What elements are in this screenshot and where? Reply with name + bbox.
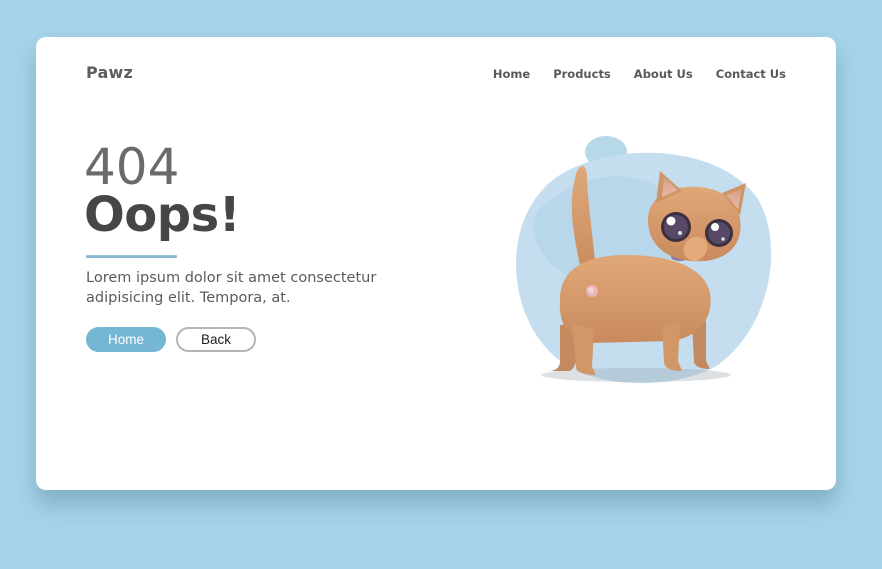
kitten-illustration bbox=[516, 136, 772, 384]
brand-logo[interactable]: Pawz bbox=[86, 63, 133, 82]
headline-divider bbox=[86, 255, 177, 258]
nav-link-home[interactable]: Home bbox=[493, 67, 530, 81]
nav-link-about-us[interactable]: About Us bbox=[634, 67, 693, 81]
error-description: Lorem ipsum dolor sit amet consectetur a… bbox=[86, 270, 377, 306]
home-button[interactable]: Home bbox=[86, 327, 166, 352]
error-headline: Oops! bbox=[84, 187, 241, 243]
nav-link-products[interactable]: Products bbox=[553, 67, 611, 81]
error-card: Pawz Home Products About Us Contact Us 4… bbox=[36, 37, 836, 490]
nav-link-contact-us[interactable]: Contact Us bbox=[716, 67, 786, 81]
back-button[interactable]: Back bbox=[176, 327, 256, 352]
top-nav: Home Products About Us Contact Us bbox=[493, 67, 786, 81]
